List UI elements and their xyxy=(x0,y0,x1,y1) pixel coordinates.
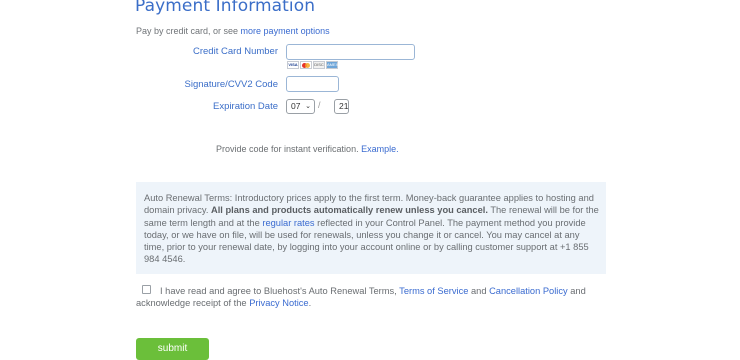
instant-text: Provide code for instant verification. xyxy=(216,144,362,154)
terms-bold: All plans and products automatically ren… xyxy=(211,205,488,216)
expiration-label: Expiration Date xyxy=(213,101,278,112)
credit-card-input[interactable] xyxy=(286,44,415,60)
cvv-input[interactable] xyxy=(286,76,339,92)
more-payment-options-link[interactable]: more payment options xyxy=(241,26,330,36)
discover-icon: DISC xyxy=(313,61,325,69)
amex-icon: AMEX xyxy=(326,61,339,69)
card-logos: VISA DISC AMEX xyxy=(287,61,338,69)
subtitle-text: Pay by credit card, or see xyxy=(136,26,241,36)
agree-text: I have read and agree to Bluehost's Auto… xyxy=(136,285,592,310)
instant-verification-note: Provide code for instant verification. E… xyxy=(216,144,399,154)
cvv-label: Signature/CVV2 Code xyxy=(184,79,278,90)
terms-of-service-link[interactable]: Terms of Service xyxy=(399,286,468,296)
submit-button[interactable]: submit xyxy=(136,338,209,360)
mastercard-icon xyxy=(300,61,312,69)
example-link[interactable]: Example. xyxy=(361,144,399,154)
page-title: Payment Information xyxy=(135,0,316,16)
privacy-notice-link[interactable]: Privacy Notice xyxy=(249,298,308,308)
agree-and: and xyxy=(468,286,490,296)
payment-subtitle: Pay by credit card, or see more payment … xyxy=(136,26,330,36)
expiration-month-value: 07 xyxy=(291,101,301,111)
credit-card-label: Credit Card Number xyxy=(193,46,278,57)
regular-rates-link[interactable]: regular rates xyxy=(262,218,314,228)
auto-renewal-terms-text: Auto Renewal Terms: Introductory prices … xyxy=(144,192,602,266)
chevron-down-icon: ⌄ xyxy=(305,103,311,110)
visa-icon: VISA xyxy=(287,61,299,69)
expiration-month-select[interactable]: 07 ⌄ xyxy=(286,99,315,114)
agree-prefix: I have read and agree to Bluehost's Auto… xyxy=(160,286,400,296)
expiration-separator: / xyxy=(318,100,321,110)
agree-end: . xyxy=(308,298,312,309)
cancellation-policy-link[interactable]: Cancellation Policy xyxy=(489,286,568,296)
